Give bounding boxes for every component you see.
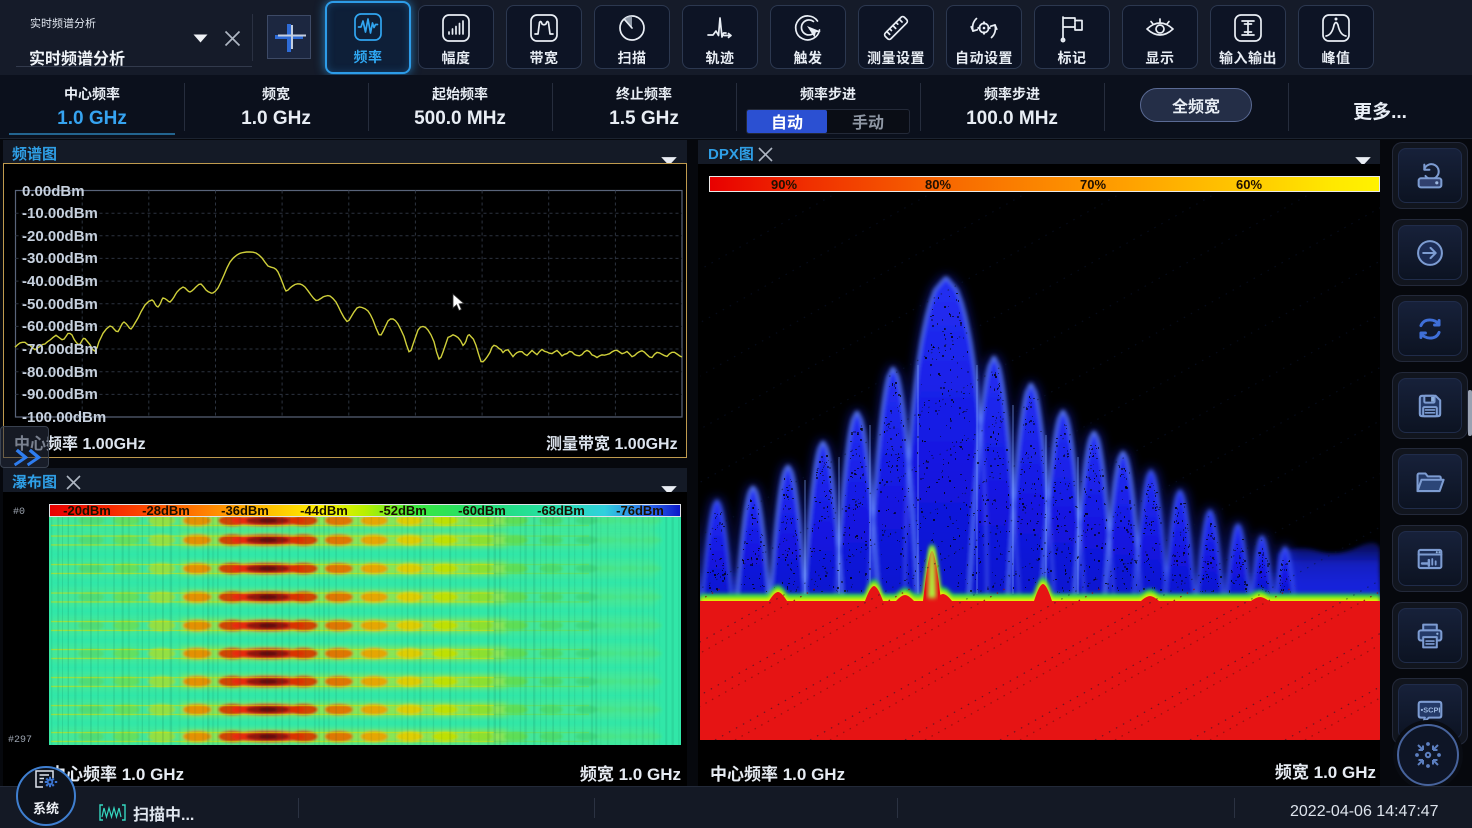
- svg-text:•SCPI: •SCPI: [1421, 705, 1441, 714]
